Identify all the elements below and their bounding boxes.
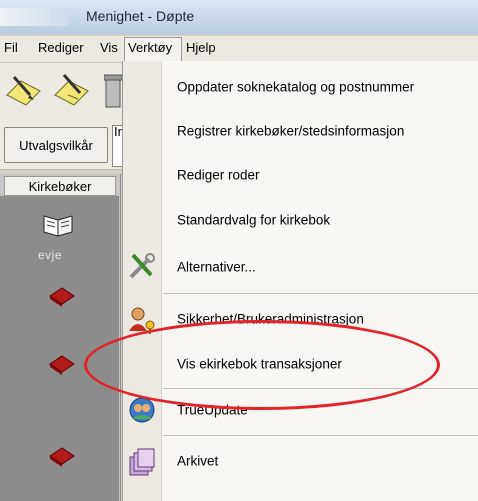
menu-item-alternatives[interactable]: Alternativer... — [161, 245, 478, 289]
trash-icon[interactable] — [103, 69, 123, 109]
menu-item-label: Oppdater soknekatalog og postnummer — [177, 79, 415, 95]
menu-separator — [163, 293, 478, 294]
menu-item-register-books[interactable]: Registrer kirkebøker/stedsinformasjon — [161, 109, 478, 153]
side-item-label[interactable]: evje — [38, 248, 62, 262]
tools-dropdown-menu: Oppdater soknekatalog og postnummer Regi… — [122, 61, 478, 501]
menu-item-label: Sikkerhet/Brukeradministrasjon — [177, 311, 364, 327]
menu-item-label: TrueUpdate — [177, 402, 248, 418]
menu-item-ekirkebok-transactions[interactable]: Vis ekirkebok transaksjoner — [161, 342, 478, 386]
menu-fil[interactable]: Fil — [4, 40, 18, 55]
menu-item-default-book[interactable]: Standardvalg for kirkebok — [161, 198, 478, 242]
menu-verktoy[interactable]: Verktøy — [128, 40, 172, 55]
menu-item-update-catalog[interactable]: Oppdater soknekatalog og postnummer — [161, 65, 478, 109]
book-icon[interactable] — [48, 446, 76, 468]
open-book-icon[interactable] — [40, 210, 76, 240]
menu-separator — [163, 435, 478, 436]
menu-vis[interactable]: Vis — [100, 40, 118, 55]
menu-item-label: Standardvalg for kirkebok — [177, 212, 331, 228]
menu-item-archive[interactable]: Arkivet — [161, 439, 478, 483]
menu-item-label: Alternativer... — [177, 259, 256, 275]
menu-item-label: Rediger roder — [177, 167, 260, 183]
pencil-edit-icon[interactable] — [52, 69, 92, 109]
menu-item-label: Vis ekirkebok transaksjoner — [177, 356, 342, 372]
filter-button[interactable]: Utvalgsvilkår — [4, 127, 108, 163]
window-title: Menighet - Døpte — [86, 8, 195, 24]
menu-item-label: Registrer kirkebøker/stedsinformasjon — [177, 123, 405, 139]
tools-icon — [127, 251, 157, 281]
archive-icon — [127, 447, 157, 477]
trueupdate-icon — [127, 395, 157, 425]
menu-item-trueupdate[interactable]: TrueUpdate — [161, 388, 478, 432]
users-key-icon — [127, 305, 157, 335]
side-pane-header: Kirkebøker — [4, 176, 116, 196]
book-icon[interactable] — [48, 354, 76, 376]
menu-hjelp[interactable]: Hjelp — [186, 40, 216, 55]
menu-item-security[interactable]: Sikkerhet/Brukeradministrasjon — [161, 297, 478, 341]
app-icon-blurred — [0, 8, 68, 26]
menu-item-edit-roder[interactable]: Rediger roder — [161, 153, 478, 197]
book-icon[interactable] — [48, 286, 76, 308]
pencil-note-icon[interactable] — [4, 69, 44, 109]
menu-item-label: Arkivet — [177, 453, 219, 469]
side-pane-title: Kirkebøker — [28, 178, 92, 194]
filter-button-label: Utvalgsvilkår — [19, 137, 93, 153]
title-bar: Menighet - Døpte — [0, 0, 478, 34]
menu-rediger[interactable]: Rediger — [38, 40, 84, 55]
